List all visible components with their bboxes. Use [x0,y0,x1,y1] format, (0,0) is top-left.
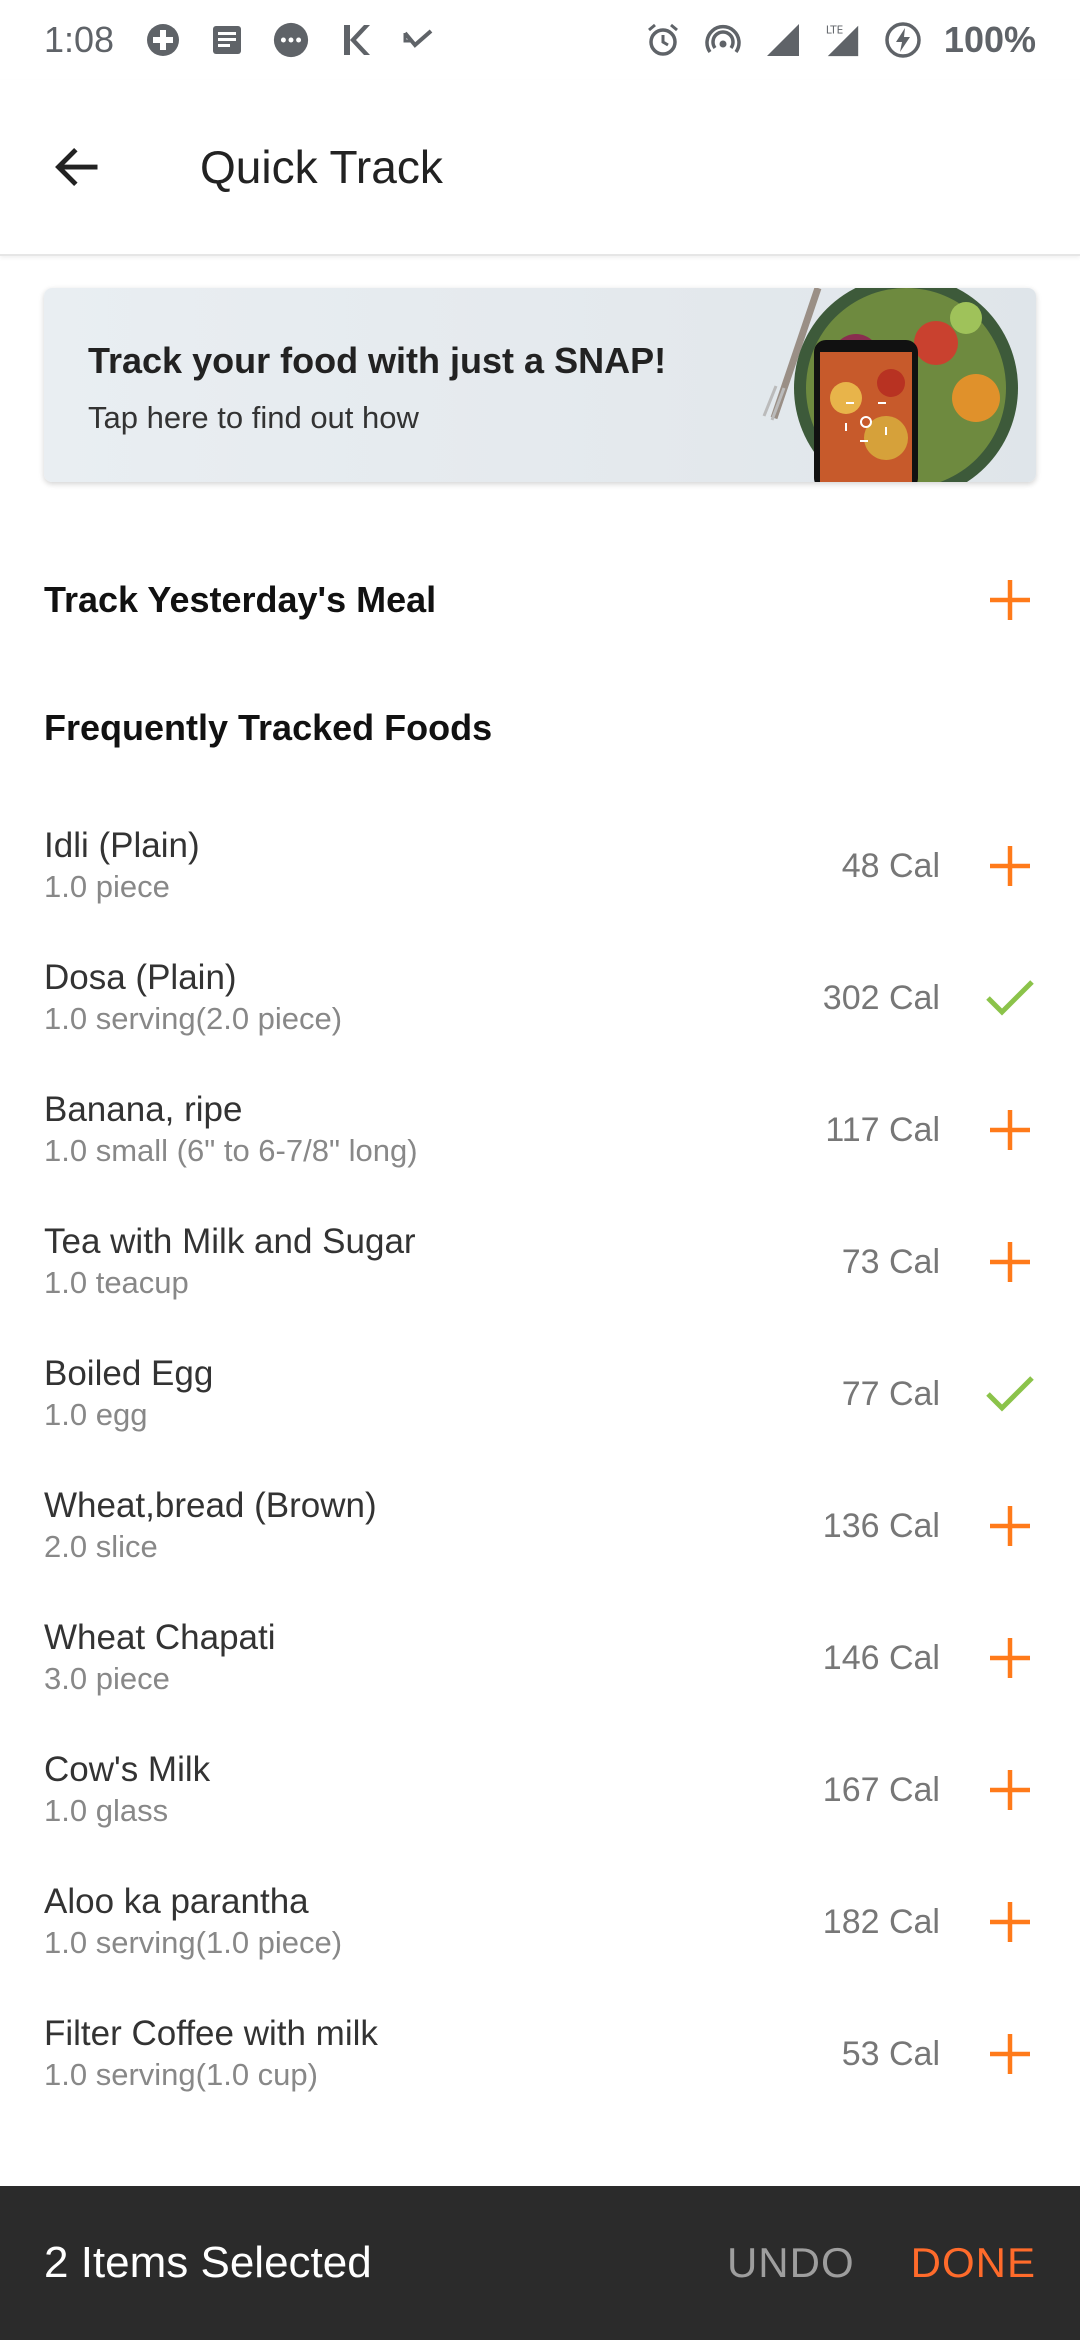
food-serving: 2.0 slice [44,1529,158,1564]
snap-promo-banner[interactable]: Track your food with just a SNAP! Tap he… [44,288,1036,482]
food-serving: 1.0 glass [44,1793,169,1828]
arrow-back-icon [55,147,98,187]
add-food-button[interactable] [980,1496,1040,1556]
food-calories: 136 Cal [822,1506,940,1545]
battery-percent: 100% [943,19,1036,60]
list-item[interactable]: Wheat,bread (Brown) 2.0 slice 136 Cal [44,1460,1036,1592]
food-calories: 146 Cal [822,1638,940,1677]
plus-icon [990,846,1030,886]
add-yesterday-button[interactable] [980,570,1040,630]
status-time: 1:08 [44,19,115,60]
undo-button[interactable]: UNDO [727,2239,855,2287]
food-calories: 182 Cal [822,1902,940,1941]
food-list: Idli (Plain) 1.0 piece 48 Cal Dosa (Plai… [44,800,1036,2120]
list-item[interactable]: Tea with Milk and Sugar 1.0 teacup 73 Ca… [44,1196,1036,1328]
add-food-button[interactable] [980,1628,1040,1688]
back-button[interactable] [42,131,114,203]
food-name: Idli (Plain) [44,826,200,865]
plus-icon [990,2034,1030,2074]
plus-icon [990,1506,1030,1546]
k-icon [336,21,374,59]
food-calories: 73 Cal [841,1242,940,1281]
selection-bar: 2 Items Selected UNDO DONE [0,2186,1080,2340]
selected-food-button[interactable] [980,968,1040,1028]
food-calories: 77 Cal [841,1374,940,1413]
food-serving: 1.0 small (6" to 6-7/8" long) [44,1133,418,1168]
status-bar: 1:08 LTE 100% [0,0,1080,80]
selected-food-button[interactable] [980,1364,1040,1424]
missed-call-icon [400,21,438,59]
page-title: Quick Track [200,141,443,193]
banner-title: Track your food with just a SNAP! [88,340,667,381]
add-food-button[interactable] [980,1760,1040,1820]
notification-icons [144,21,438,59]
food-calories: 53 Cal [841,2034,940,2073]
news-icon [208,21,246,59]
add-food-button[interactable] [980,1232,1040,1292]
food-calories: 117 Cal [825,1110,940,1149]
plus-icon [990,1902,1030,1942]
list-item[interactable]: Filter Coffee with milk 1.0 serving(1.0 … [44,1988,1036,2120]
list-item[interactable]: Aloo ka parantha 1.0 serving(1.0 piece) … [44,1856,1036,1988]
chat-icon [272,21,310,59]
food-serving: 1.0 serving(1.0 cup) [44,2057,318,2092]
banner-subtitle: Tap here to find out how [88,400,419,435]
add-food-button[interactable] [980,1892,1040,1952]
list-item[interactable]: Idli (Plain) 1.0 piece 48 Cal [44,800,1036,932]
frequent-foods-title: Frequently Tracked Foods [44,707,493,748]
plus-icon [990,1638,1030,1678]
food-name: Dosa (Plain) [44,958,237,997]
checkmark-icon [986,1376,1034,1412]
food-serving: 1.0 serving(1.0 piece) [44,1925,343,1960]
food-serving: 1.0 piece [44,869,170,904]
plus-icon [990,1242,1030,1282]
signal-icon [764,21,802,59]
plus-icon [990,1770,1030,1810]
food-name: Aloo ka parantha [44,1882,309,1921]
checkmark-icon [986,980,1034,1016]
food-serving: 1.0 teacup [44,1265,189,1300]
alarm-icon [644,21,682,59]
system-icons: LTE 100% [644,19,1036,61]
food-name: Boiled Egg [44,1354,214,1393]
track-yesterday-row[interactable]: Track Yesterday's Meal [44,568,1036,632]
food-calories: 302 Cal [822,978,940,1017]
add-food-button[interactable] [980,2024,1040,2084]
food-serving: 3.0 piece [44,1661,170,1696]
list-item[interactable]: Wheat Chapati 3.0 piece 146 Cal [44,1592,1036,1724]
food-name: Cow's Milk [44,1750,211,1789]
lte-signal-icon: LTE [824,21,862,59]
list-item[interactable]: Dosa (Plain) 1.0 serving(2.0 piece) 302 … [44,932,1036,1064]
food-name: Banana, ripe [44,1090,243,1129]
food-calories: 167 Cal [822,1770,940,1809]
food-serving: 1.0 egg [44,1397,148,1432]
food-name: Wheat,bread (Brown) [44,1486,377,1525]
add-food-button[interactable] [980,1100,1040,1160]
selected-count: 2 Items Selected [44,2238,372,2287]
battery-charging-icon [884,21,922,59]
track-yesterday-label: Track Yesterday's Meal [44,579,437,620]
done-button[interactable]: DONE [911,2239,1036,2287]
frequent-foods-header: Frequently Tracked Foods [44,696,1036,760]
plus-icon [990,1110,1030,1150]
list-item[interactable]: Banana, ripe 1.0 small (6" to 6-7/8" lon… [44,1064,1036,1196]
food-name: Tea with Milk and Sugar [44,1222,416,1261]
plus-icon [990,580,1030,620]
hospital-icon [144,21,182,59]
add-food-button[interactable] [980,836,1040,896]
hotspot-icon [704,21,742,59]
list-item[interactable]: Boiled Egg 1.0 egg 77 Cal [44,1328,1036,1460]
food-name: Filter Coffee with milk [44,2014,378,2053]
svg-text:LTE: LTE [826,24,843,36]
phone-illustration [814,340,918,482]
app-bar: Quick Track [0,80,1080,256]
list-item[interactable]: Cow's Milk 1.0 glass 167 Cal [44,1724,1036,1856]
food-serving: 1.0 serving(2.0 piece) [44,1001,343,1036]
food-calories: 48 Cal [841,846,940,885]
food-photo-phone-illustration [762,288,1018,482]
food-name: Wheat Chapati [44,1618,276,1657]
